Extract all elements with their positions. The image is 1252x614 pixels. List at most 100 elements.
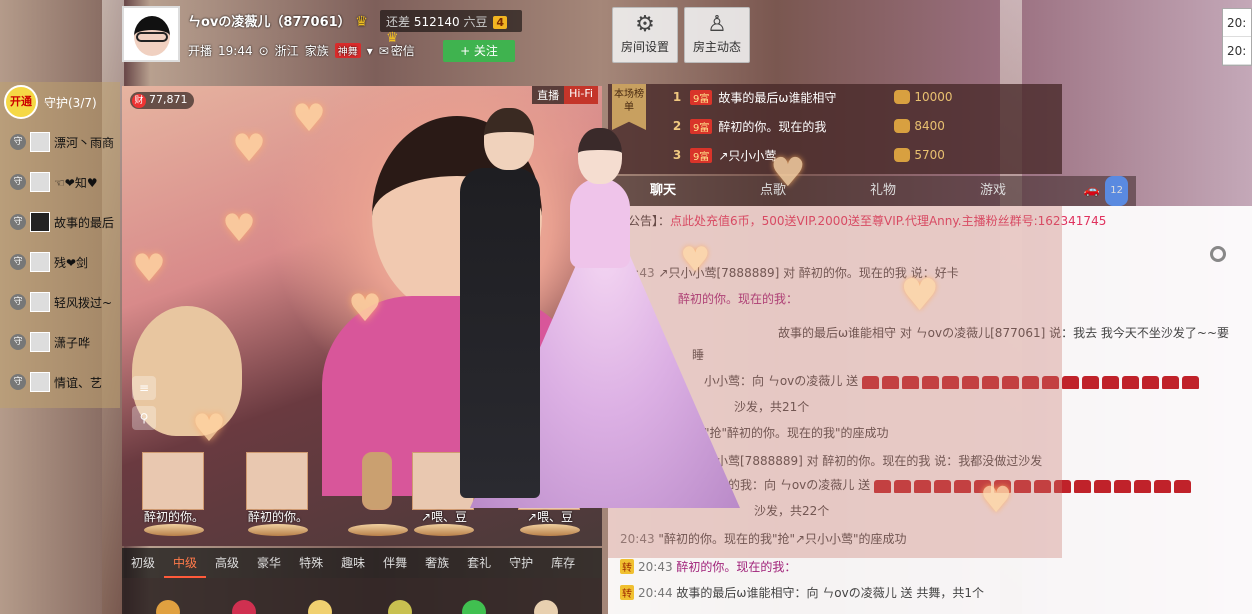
- guard-name: 情谊、艺: [54, 375, 103, 390]
- sofa-seat[interactable]: 醉初的你。: [246, 452, 310, 540]
- diff-value: 512140: [413, 15, 460, 29]
- seat-base: [144, 524, 204, 536]
- tab-luxury-clan[interactable]: 奢族: [416, 548, 458, 578]
- gift-icon[interactable]: [232, 600, 256, 614]
- host-news-button[interactable]: ♙ 房主动态: [684, 7, 750, 63]
- avatar: [30, 332, 50, 352]
- gift-icon[interactable]: [156, 600, 180, 614]
- couple-effect: [450, 98, 740, 508]
- seat-label: 醉初的你。: [247, 510, 308, 524]
- avatar: [30, 372, 50, 392]
- guard-item[interactable]: 守 残❤剑: [0, 242, 120, 282]
- location-pin-icon: ⊙: [258, 43, 269, 58]
- chevron-down-icon[interactable]: ▾: [367, 44, 373, 58]
- tab-special[interactable]: 特殊: [290, 548, 332, 578]
- sofa-seat[interactable]: [346, 452, 410, 540]
- gift-icon[interactable]: [462, 600, 486, 614]
- guard-item[interactable]: 守 轻风拨过~: [0, 282, 120, 322]
- rank-value-text: 8400: [914, 119, 945, 133]
- heart-icon: ♥: [348, 286, 383, 330]
- guard-item[interactable]: 守 ☜❤知♥: [0, 162, 120, 202]
- message-label: 密信: [390, 44, 415, 58]
- corner-time-box[interactable]: 20: 20:: [1222, 8, 1252, 66]
- tab-advanced[interactable]: 高级: [206, 548, 248, 578]
- avatar: [30, 172, 50, 192]
- woman-figure: [570, 178, 630, 268]
- tab-fun[interactable]: 趣味: [332, 548, 374, 578]
- anchor-header: ㄣovの凌薇儿（877061） ♛ 还差 512140 六豆 4 ♛ 开播 19…: [118, 0, 608, 72]
- sofa-seat[interactable]: 醉初的你。: [142, 452, 206, 540]
- chat-message: 沙发，共22个: [754, 502, 829, 519]
- diff-label: 还差: [386, 15, 411, 29]
- chat-text: 沙发，共21个: [734, 400, 810, 414]
- rank-name: 醉初的你。现在的我: [718, 119, 827, 134]
- tab-car[interactable]: 🚗 12: [1048, 176, 1136, 206]
- chat-time: 20:43: [638, 560, 673, 574]
- guard-name: 轻风拨过~: [54, 295, 113, 310]
- guard-item[interactable]: 守 故事的最后: [0, 202, 120, 242]
- heart-icon: ♥: [980, 480, 1013, 521]
- chat-settings-icon[interactable]: [1210, 246, 1226, 262]
- open-guard-button[interactable]: 开通: [4, 85, 38, 119]
- user-icon: ♙: [707, 12, 727, 37]
- chat-time: 20:44: [638, 586, 673, 600]
- heart-icon: ♥: [770, 150, 806, 196]
- clan-label: 家族: [304, 44, 329, 58]
- follow-button[interactable]: + 关注: [443, 40, 515, 62]
- anchor-name: ㄣovの凌薇儿（877061） ♛: [188, 11, 368, 30]
- crown-icon: ♛: [355, 14, 368, 30]
- tab-inventory[interactable]: 库存: [542, 548, 584, 578]
- chat-text: 故事的最后ω谁能相守 对 ㄣovの凌薇儿[877061] 说：我去 我今天不坐沙…: [778, 326, 1230, 340]
- seat-label: 醉初的你。: [143, 510, 204, 524]
- gift-icon[interactable]: [308, 600, 332, 614]
- volume-icon[interactable]: ≡: [132, 376, 156, 400]
- tab-luxury[interactable]: 豪华: [248, 548, 290, 578]
- tab-dance[interactable]: 伴舞: [374, 548, 416, 578]
- sofa-gift-icons: [873, 479, 1194, 493]
- man-head: [484, 108, 534, 170]
- tab-basic[interactable]: 初级: [122, 548, 164, 578]
- chat-message: 转 20:43 醉初的你。现在的我：: [620, 558, 796, 575]
- message-button[interactable]: ✉ 密信: [379, 42, 415, 59]
- tab-medium[interactable]: 中级: [164, 548, 207, 578]
- chat-text: 醉初的你。现在的我：: [676, 560, 797, 574]
- gift-icon[interactable]: [534, 600, 558, 614]
- seat-base: [248, 524, 308, 536]
- microphone-icon[interactable]: ⚲: [132, 406, 156, 430]
- chat-message: 故事的最后ω谁能相守 对 ㄣovの凌薇儿[877061] 说：我去 我今天不坐沙…: [778, 324, 1229, 341]
- tab-guard[interactable]: 守护: [500, 548, 542, 578]
- relay-badge: 转: [620, 585, 634, 600]
- heart-icon: ♥: [232, 126, 267, 170]
- chat-message: 小小莺：向 ㄣovの凌薇儿 送: [704, 372, 1202, 389]
- coin-count: 77,871: [149, 93, 188, 106]
- guard-item[interactable]: 守 漂河丶雨商: [0, 122, 120, 162]
- coin-icon: 财: [132, 94, 146, 108]
- chat-text: 故事的最后ω谁能相守：向 ㄣovの凌薇儿 送: [676, 586, 913, 600]
- heart-icon: ♥: [222, 206, 257, 250]
- woman-head: [578, 128, 622, 184]
- guard-item[interactable]: 守 情谊、艺: [0, 362, 120, 402]
- seat-base: [520, 524, 580, 536]
- anchor-avatar[interactable]: [122, 6, 180, 62]
- guard-name: ☜❤知♥: [54, 175, 98, 190]
- corner-time: 20:: [1223, 37, 1251, 65]
- gift-icon[interactable]: [388, 600, 412, 614]
- guard-tag: 守: [10, 174, 26, 190]
- gear-icon: ⚙: [635, 12, 655, 37]
- tab-gift-set[interactable]: 套礼: [458, 548, 500, 578]
- sofa-gift-icons: [861, 375, 1202, 389]
- seat-avatar: [142, 452, 204, 510]
- rank-value-text: 10000: [914, 90, 953, 104]
- room-settings-button[interactable]: ⚙ 房间设置: [612, 7, 678, 63]
- chat-text: 共舞，共1个: [916, 586, 985, 600]
- tab-game[interactable]: 游戏: [938, 176, 1048, 206]
- chat-message: 沙发，共21个: [734, 398, 809, 415]
- tab-gift[interactable]: 礼物: [828, 176, 938, 206]
- guard-tag: 守: [10, 254, 26, 270]
- envelope-icon: ✉: [378, 43, 389, 58]
- guard-item[interactable]: 守 潇子哗: [0, 322, 120, 362]
- clan-badge[interactable]: 神舞: [334, 43, 361, 58]
- rank-name: 故事的最后ω谁能相守: [718, 90, 837, 105]
- heart-icon: ♥: [132, 246, 167, 290]
- rank-value: 10000: [894, 90, 953, 104]
